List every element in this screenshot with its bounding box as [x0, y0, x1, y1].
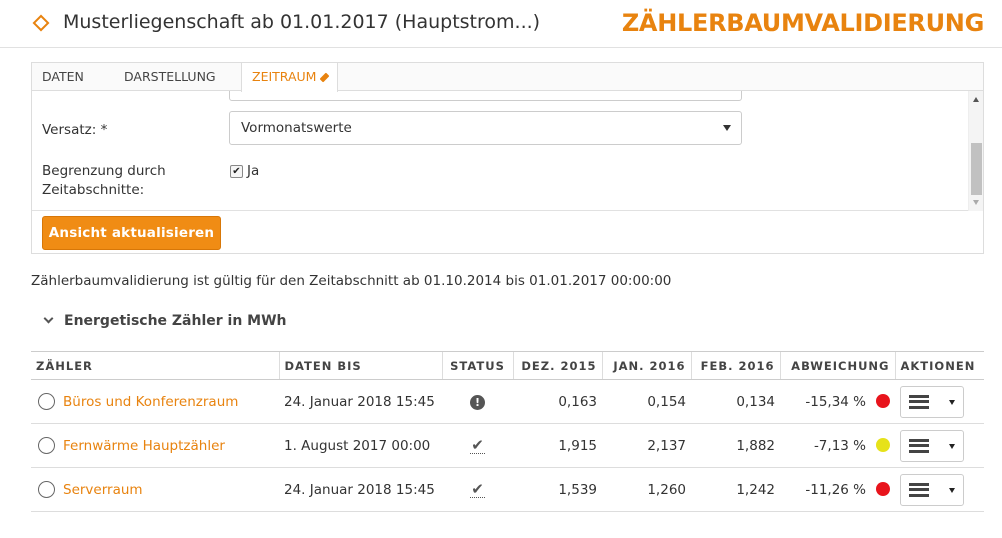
aktionen-cell [895, 467, 984, 512]
begrenzung-checkbox[interactable]: ✔ [230, 165, 243, 178]
dez-2015-cell: 1,915 [513, 423, 602, 468]
dez-2015-cell: 0,163 [513, 379, 602, 424]
abweichung-cell: -15,34 % [780, 379, 895, 424]
form-scroll-area: Versatz: * Vormonatswerte Begrenzung dur… [32, 91, 983, 211]
section-toggle[interactable]: Energetische Zähler in MWh [43, 313, 287, 329]
abweichung-cell: -11,26 % [780, 467, 895, 512]
abweichung-value: -11,26 % [805, 481, 866, 498]
hamburger-menu-icon [909, 394, 929, 409]
meter-cell: Fernwärme Hauptzähler [31, 423, 279, 468]
jan-2016-cell: 0,154 [602, 379, 691, 424]
versatz-select-value: Vormonatswerte [241, 120, 352, 136]
caret-down-icon [723, 125, 731, 131]
update-view-button[interactable]: Ansicht aktualisieren [42, 216, 221, 250]
validity-text: Zählerbaumvalidierung ist gültig für den… [31, 273, 672, 289]
property-title: Musterliegenschaft ab 01.01.2017 (Haupts… [63, 11, 541, 33]
row-select-radio[interactable] [38, 481, 55, 498]
meter-cell: Büros und Konferenzraum [31, 379, 279, 424]
tab-zeitraum[interactable]: ZEITRAUM [241, 63, 339, 92]
col-daten-bis[interactable]: DATEN BIS [278, 351, 442, 380]
tab-bar: DATEN DARSTELLUNG ZEITRAUM [32, 63, 983, 92]
tab-darstellung[interactable]: DARSTELLUNG [124, 63, 216, 91]
begrenzung-option-label: Ja [247, 163, 260, 179]
form-scrollbar[interactable] [968, 91, 983, 211]
actions-dropdown[interactable] [900, 385, 964, 418]
hamburger-menu-icon [909, 482, 929, 497]
table-row: Büros und Konferenzraum 24. Januar 2018 … [31, 379, 984, 424]
status-cell: ✔ [442, 423, 513, 468]
dez-2015-cell: 1,539 [513, 467, 602, 512]
feb-2016-cell: 1,882 [691, 423, 780, 468]
exclamation-circle-icon: ! [470, 394, 485, 410]
col-zaehler[interactable]: ZÄHLER [31, 351, 279, 380]
scroll-down-icon[interactable] [973, 200, 979, 205]
meter-link[interactable]: Fernwärme Hauptzähler [63, 438, 225, 454]
status-cell: ! [442, 379, 513, 424]
scroll-up-icon[interactable] [973, 97, 979, 102]
abweichung-value: -15,34 % [805, 393, 866, 410]
caret-down-icon [949, 443, 955, 449]
checkmark-icon: ✔ [470, 480, 485, 498]
status-cell: ✔ [442, 467, 513, 512]
col-abweichung[interactable]: ABWEICHUNG [779, 351, 895, 380]
page-header: Musterliegenschaft ab 01.01.2017 (Haupts… [0, 0, 1002, 48]
hamburger-menu-icon [909, 438, 929, 453]
daten-bis-cell: 24. Januar 2018 15:45 [279, 379, 442, 424]
caret-down-icon [949, 487, 955, 493]
begrenzung-label-line2: Zeitabschnitte: [42, 182, 145, 198]
abweichung-value: -7,13 % [813, 437, 866, 454]
status-dot [876, 437, 890, 452]
begrenzung-label-line1: Begrenzung durch [42, 163, 166, 179]
diamond-icon [32, 14, 50, 32]
meter-link[interactable]: Serverraum [63, 482, 143, 498]
col-dez-2015[interactable]: DEZ. 2015 [512, 351, 602, 380]
table-row: Serverraum 24. Januar 2018 15:45 ✔ 1,539… [31, 467, 984, 512]
col-status[interactable]: STATUS [441, 351, 513, 380]
versatz-select[interactable]: Vormonatswerte [229, 111, 742, 145]
scroll-thumb[interactable] [971, 143, 982, 195]
meter-table: ZÄHLER DATEN BIS STATUS DEZ. 2015 JAN. 2… [31, 351, 984, 512]
actions-dropdown[interactable] [900, 429, 964, 462]
row-select-radio[interactable] [38, 437, 55, 454]
meter-cell: Serverraum [31, 467, 279, 512]
actions-dropdown[interactable] [900, 473, 964, 506]
jan-2016-cell: 1,260 [602, 467, 691, 512]
col-aktionen: AKTIONEN [894, 351, 984, 380]
status-dot [876, 393, 890, 408]
checkmark-icon: ✔ [470, 436, 485, 454]
daten-bis-cell: 1. August 2017 00:00 [279, 423, 442, 468]
aktionen-cell [895, 379, 984, 424]
meter-link[interactable]: Büros und Konferenzraum [63, 394, 238, 410]
settings-panel: DATEN DARSTELLUNG ZEITRAUM Versatz: * Vo… [31, 62, 984, 254]
status-dot [876, 481, 890, 496]
section-title: Energetische Zähler in MWh [64, 313, 287, 329]
tab-zeitraum-label: ZEITRAUM [252, 69, 317, 84]
col-jan-2016[interactable]: JAN. 2016 [601, 351, 691, 380]
versatz-label: Versatz: * [42, 122, 108, 138]
chevron-down-icon [43, 313, 54, 324]
feb-2016-cell: 0,134 [691, 379, 780, 424]
jan-2016-cell: 2,137 [602, 423, 691, 468]
row-select-radio[interactable] [38, 393, 55, 410]
table-header-row: ZÄHLER DATEN BIS STATUS DEZ. 2015 JAN. 2… [31, 351, 984, 380]
feb-2016-cell: 1,242 [691, 467, 780, 512]
caret-down-icon [949, 399, 955, 405]
abweichung-cell: -7,13 % [780, 423, 895, 468]
cutoff-input[interactable] [229, 91, 742, 101]
daten-bis-cell: 24. Januar 2018 15:45 [279, 467, 442, 512]
col-feb-2016[interactable]: FEB. 2016 [690, 351, 780, 380]
app-title: ZÄHLERBAUMVALIDIERUNG [621, 9, 984, 37]
tab-daten[interactable]: DATEN [42, 63, 84, 91]
pencil-icon [320, 72, 330, 83]
table-row: Fernwärme Hauptzähler 1. August 2017 00:… [31, 423, 984, 468]
aktionen-cell [895, 423, 984, 468]
